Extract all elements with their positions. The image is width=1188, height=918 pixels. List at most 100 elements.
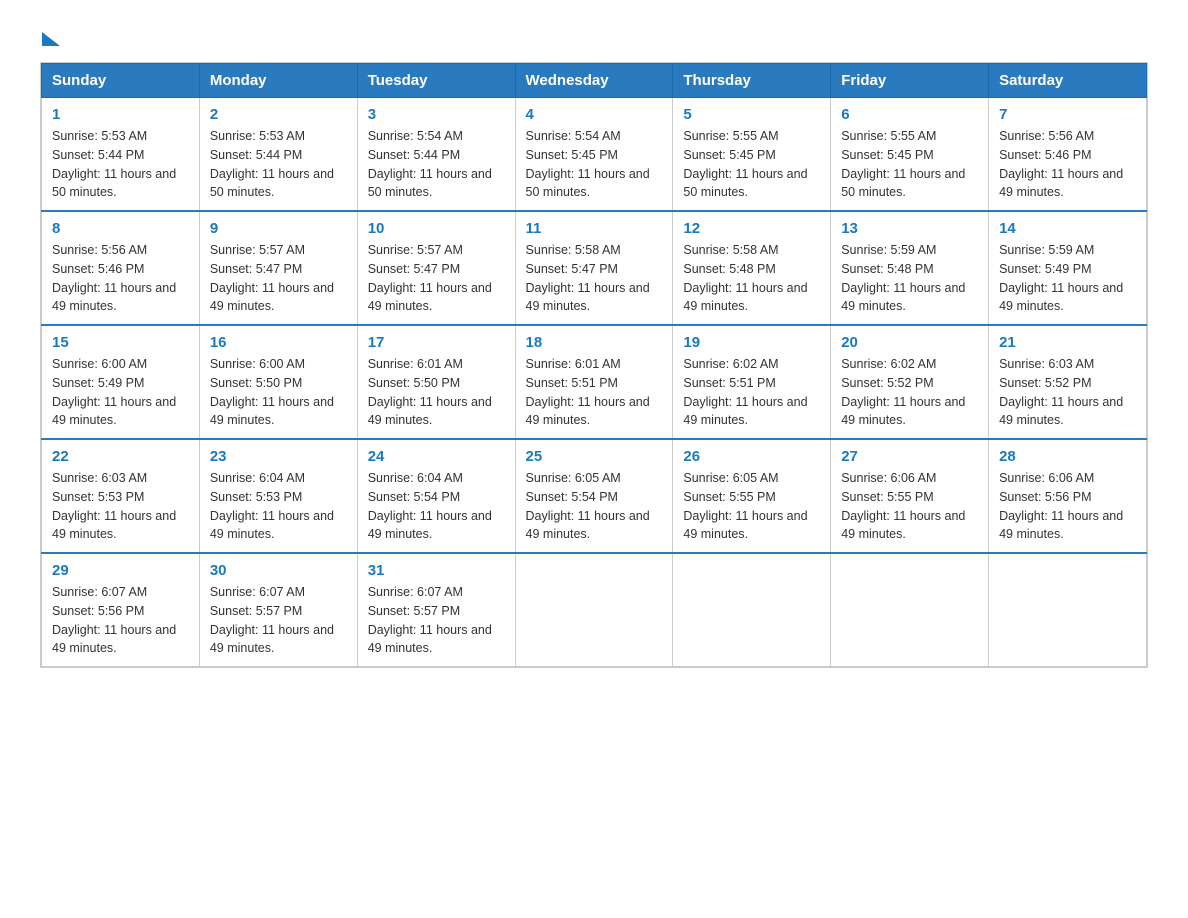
sunset-label: Sunset: 5:54 PM — [526, 490, 618, 504]
daylight-label: Daylight: 11 hours and 49 minutes. — [368, 509, 492, 542]
day-info: Sunrise: 5:57 AM Sunset: 5:47 PM Dayligh… — [368, 241, 505, 316]
daylight-label: Daylight: 11 hours and 49 minutes. — [52, 623, 176, 656]
day-number: 12 — [683, 220, 820, 237]
day-cell: 2 Sunrise: 5:53 AM Sunset: 5:44 PM Dayli… — [199, 98, 357, 212]
day-number: 5 — [683, 106, 820, 123]
day-info: Sunrise: 6:05 AM Sunset: 5:55 PM Dayligh… — [683, 469, 820, 544]
daylight-label: Daylight: 11 hours and 49 minutes. — [526, 281, 650, 314]
sunset-label: Sunset: 5:50 PM — [210, 376, 302, 390]
sunrise-label: Sunrise: 6:00 AM — [52, 357, 147, 371]
day-info: Sunrise: 5:58 AM Sunset: 5:48 PM Dayligh… — [683, 241, 820, 316]
sunrise-label: Sunrise: 5:54 AM — [368, 129, 463, 143]
day-cell — [989, 553, 1147, 667]
sunset-label: Sunset: 5:57 PM — [210, 604, 302, 618]
day-cell — [831, 553, 989, 667]
day-cell: 14 Sunrise: 5:59 AM Sunset: 5:49 PM Dayl… — [989, 211, 1147, 325]
day-info: Sunrise: 6:06 AM Sunset: 5:56 PM Dayligh… — [999, 469, 1136, 544]
day-info: Sunrise: 5:54 AM Sunset: 5:45 PM Dayligh… — [526, 127, 663, 202]
day-number: 2 — [210, 106, 347, 123]
day-info: Sunrise: 6:03 AM Sunset: 5:53 PM Dayligh… — [52, 469, 189, 544]
column-header-wednesday: Wednesday — [515, 64, 673, 98]
calendar: SundayMondayTuesdayWednesdayThursdayFrid… — [40, 62, 1148, 668]
sunrise-label: Sunrise: 6:00 AM — [210, 357, 305, 371]
week-row-4: 22 Sunrise: 6:03 AM Sunset: 5:53 PM Dayl… — [42, 439, 1147, 553]
day-info: Sunrise: 6:06 AM Sunset: 5:55 PM Dayligh… — [841, 469, 978, 544]
sunrise-label: Sunrise: 5:54 AM — [526, 129, 621, 143]
daylight-label: Daylight: 11 hours and 49 minutes. — [526, 509, 650, 542]
sunset-label: Sunset: 5:51 PM — [683, 376, 775, 390]
sunrise-label: Sunrise: 6:03 AM — [52, 471, 147, 485]
sunset-label: Sunset: 5:45 PM — [841, 148, 933, 162]
day-cell: 24 Sunrise: 6:04 AM Sunset: 5:54 PM Dayl… — [357, 439, 515, 553]
day-number: 10 — [368, 220, 505, 237]
sunrise-label: Sunrise: 6:06 AM — [999, 471, 1094, 485]
day-number: 23 — [210, 448, 347, 465]
day-number: 29 — [52, 562, 189, 579]
day-cell: 11 Sunrise: 5:58 AM Sunset: 5:47 PM Dayl… — [515, 211, 673, 325]
day-cell: 30 Sunrise: 6:07 AM Sunset: 5:57 PM Dayl… — [199, 553, 357, 667]
sunset-label: Sunset: 5:46 PM — [52, 262, 144, 276]
sunrise-label: Sunrise: 6:05 AM — [683, 471, 778, 485]
day-number: 25 — [526, 448, 663, 465]
day-info: Sunrise: 6:04 AM Sunset: 5:53 PM Dayligh… — [210, 469, 347, 544]
column-header-sunday: Sunday — [42, 64, 200, 98]
sunset-label: Sunset: 5:44 PM — [52, 148, 144, 162]
day-number: 17 — [368, 334, 505, 351]
sunset-label: Sunset: 5:52 PM — [999, 376, 1091, 390]
sunset-label: Sunset: 5:49 PM — [999, 262, 1091, 276]
sunset-label: Sunset: 5:44 PM — [210, 148, 302, 162]
day-cell: 23 Sunrise: 6:04 AM Sunset: 5:53 PM Dayl… — [199, 439, 357, 553]
sunset-label: Sunset: 5:51 PM — [526, 376, 618, 390]
day-info: Sunrise: 6:00 AM Sunset: 5:49 PM Dayligh… — [52, 355, 189, 430]
sunset-label: Sunset: 5:54 PM — [368, 490, 460, 504]
sunset-label: Sunset: 5:56 PM — [52, 604, 144, 618]
daylight-label: Daylight: 11 hours and 49 minutes. — [52, 395, 176, 428]
sunset-label: Sunset: 5:56 PM — [999, 490, 1091, 504]
daylight-label: Daylight: 11 hours and 50 minutes. — [841, 167, 965, 200]
week-row-2: 8 Sunrise: 5:56 AM Sunset: 5:46 PM Dayli… — [42, 211, 1147, 325]
day-info: Sunrise: 6:01 AM Sunset: 5:51 PM Dayligh… — [526, 355, 663, 430]
sunset-label: Sunset: 5:47 PM — [526, 262, 618, 276]
sunset-label: Sunset: 5:44 PM — [368, 148, 460, 162]
day-info: Sunrise: 5:55 AM Sunset: 5:45 PM Dayligh… — [683, 127, 820, 202]
sunrise-label: Sunrise: 5:57 AM — [368, 243, 463, 257]
day-number: 4 — [526, 106, 663, 123]
sunset-label: Sunset: 5:48 PM — [683, 262, 775, 276]
daylight-label: Daylight: 11 hours and 49 minutes. — [841, 281, 965, 314]
sunrise-label: Sunrise: 5:59 AM — [841, 243, 936, 257]
day-info: Sunrise: 6:07 AM Sunset: 5:57 PM Dayligh… — [210, 583, 347, 658]
sunrise-label: Sunrise: 5:55 AM — [683, 129, 778, 143]
sunrise-label: Sunrise: 5:58 AM — [683, 243, 778, 257]
day-info: Sunrise: 6:07 AM Sunset: 5:57 PM Dayligh… — [368, 583, 505, 658]
day-cell: 1 Sunrise: 5:53 AM Sunset: 5:44 PM Dayli… — [42, 98, 200, 212]
day-cell: 7 Sunrise: 5:56 AM Sunset: 5:46 PM Dayli… — [989, 98, 1147, 212]
sunset-label: Sunset: 5:57 PM — [368, 604, 460, 618]
day-info: Sunrise: 6:02 AM Sunset: 5:51 PM Dayligh… — [683, 355, 820, 430]
daylight-label: Daylight: 11 hours and 49 minutes. — [210, 395, 334, 428]
day-cell: 22 Sunrise: 6:03 AM Sunset: 5:53 PM Dayl… — [42, 439, 200, 553]
daylight-label: Daylight: 11 hours and 49 minutes. — [683, 509, 807, 542]
day-cell: 21 Sunrise: 6:03 AM Sunset: 5:52 PM Dayl… — [989, 325, 1147, 439]
day-info: Sunrise: 5:54 AM Sunset: 5:44 PM Dayligh… — [368, 127, 505, 202]
day-cell — [515, 553, 673, 667]
day-number: 6 — [841, 106, 978, 123]
sunset-label: Sunset: 5:53 PM — [52, 490, 144, 504]
daylight-label: Daylight: 11 hours and 50 minutes. — [683, 167, 807, 200]
daylight-label: Daylight: 11 hours and 49 minutes. — [683, 281, 807, 314]
daylight-label: Daylight: 11 hours and 49 minutes. — [210, 509, 334, 542]
sunrise-label: Sunrise: 6:05 AM — [526, 471, 621, 485]
week-row-5: 29 Sunrise: 6:07 AM Sunset: 5:56 PM Dayl… — [42, 553, 1147, 667]
day-cell: 4 Sunrise: 5:54 AM Sunset: 5:45 PM Dayli… — [515, 98, 673, 212]
sunrise-label: Sunrise: 6:01 AM — [368, 357, 463, 371]
day-info: Sunrise: 5:53 AM Sunset: 5:44 PM Dayligh… — [210, 127, 347, 202]
sunrise-label: Sunrise: 5:53 AM — [52, 129, 147, 143]
day-cell: 20 Sunrise: 6:02 AM Sunset: 5:52 PM Dayl… — [831, 325, 989, 439]
day-cell: 18 Sunrise: 6:01 AM Sunset: 5:51 PM Dayl… — [515, 325, 673, 439]
day-number: 3 — [368, 106, 505, 123]
day-cell: 28 Sunrise: 6:06 AM Sunset: 5:56 PM Dayl… — [989, 439, 1147, 553]
sunset-label: Sunset: 5:45 PM — [683, 148, 775, 162]
sunset-label: Sunset: 5:45 PM — [526, 148, 618, 162]
day-number: 7 — [999, 106, 1136, 123]
sunrise-label: Sunrise: 5:55 AM — [841, 129, 936, 143]
day-number: 24 — [368, 448, 505, 465]
